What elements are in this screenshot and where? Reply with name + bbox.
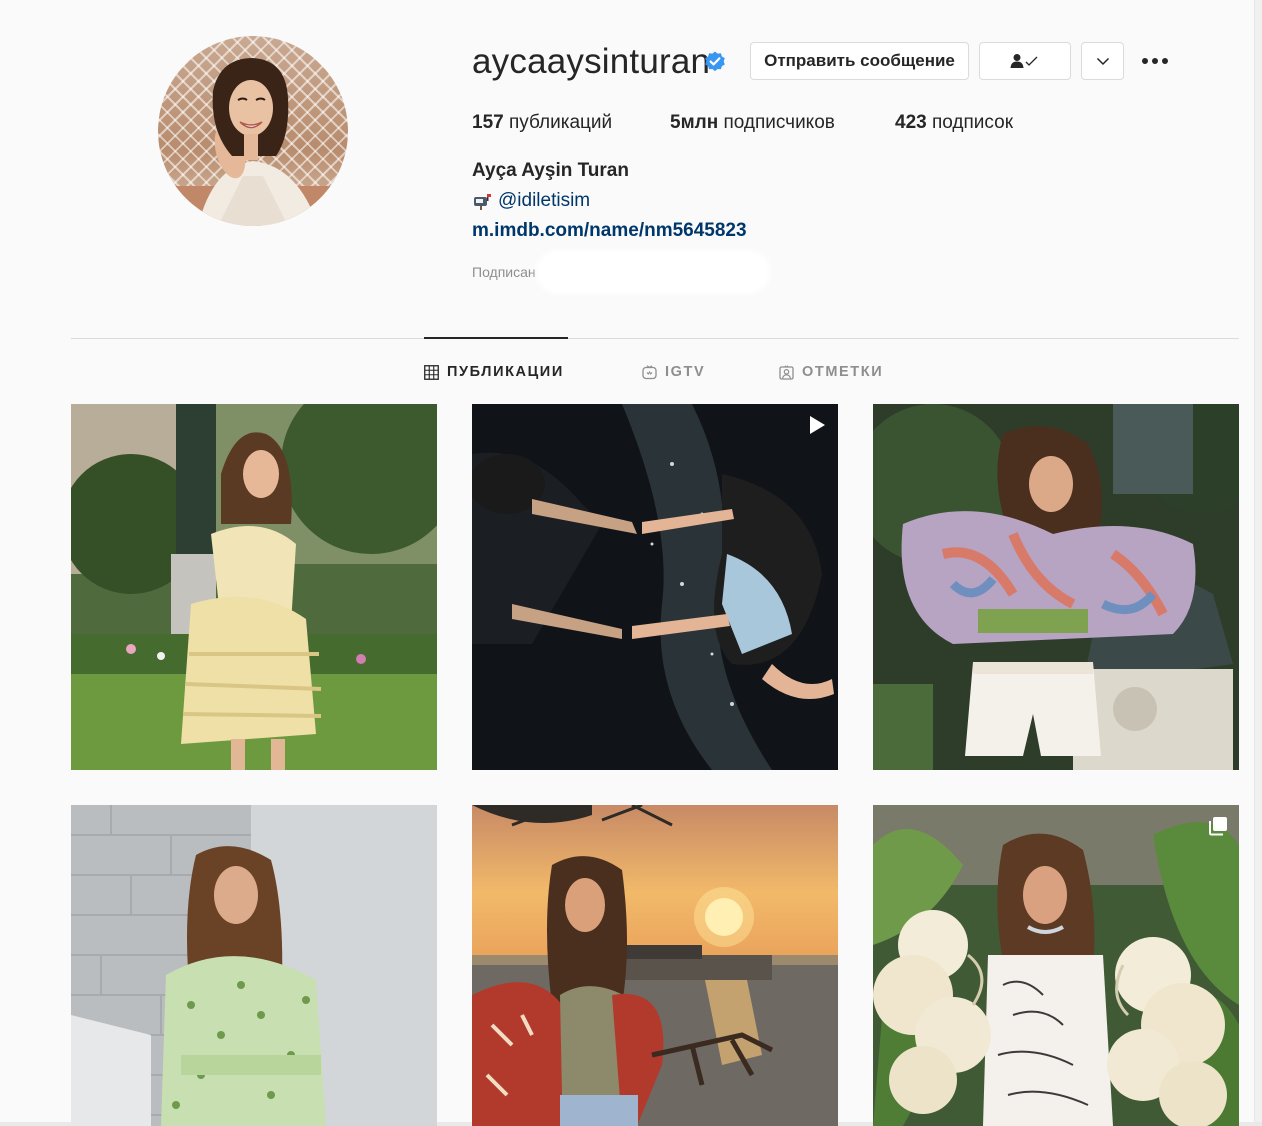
chevron-down-icon (1096, 57, 1109, 66)
send-message-button[interactable]: Отправить сообщение (750, 42, 969, 80)
post-image (873, 805, 1239, 1126)
dot (1162, 58, 1168, 64)
following-count-link[interactable]: 423 подписок (895, 110, 1013, 136)
redaction-overlay (540, 254, 766, 290)
posts-count: 157 (472, 112, 504, 133)
window-edge (1254, 0, 1262, 1126)
followers-count: 5млн (670, 112, 719, 133)
profile-website-link[interactable]: m.imdb.com/name/nm5645823 (472, 220, 747, 242)
tab-igtv-label: IGTV (665, 364, 706, 380)
post-image (873, 404, 1239, 770)
post-thumbnail[interactable] (472, 404, 838, 770)
post-thumbnail[interactable] (71, 805, 437, 1126)
post-thumbnail[interactable] (472, 805, 838, 1126)
tab-posts[interactable]: ПУБЛИКАЦИИ (424, 362, 564, 382)
post-thumbnail[interactable] (71, 404, 437, 770)
posts-count-stat: 157 публикаций (472, 110, 612, 136)
tab-tagged-label: ОТМЕТКИ (802, 364, 884, 380)
post-thumbnail[interactable] (873, 805, 1239, 1126)
tab-posts-label: ПУБЛИКАЦИИ (447, 364, 564, 380)
carousel-icon (1209, 817, 1227, 836)
followers-count-link[interactable]: 5млн подписчиков (670, 110, 835, 136)
igtv-icon (642, 364, 657, 379)
followers-label: подписчиков (723, 112, 835, 133)
grid-icon (424, 364, 439, 380)
post-image (71, 805, 437, 1126)
bio-contact: @idiletisim (472, 190, 590, 212)
tab-tagged[interactable]: ОТМЕТКИ (779, 362, 883, 382)
profile-username: aycaaysinturan (472, 42, 711, 81)
active-tab-indicator (424, 337, 568, 339)
dot (1152, 58, 1158, 64)
suggested-dropdown-button[interactable] (1081, 42, 1124, 80)
avatar-photo (158, 58, 348, 226)
post-thumbnail[interactable] (873, 404, 1239, 770)
verified-badge-icon (705, 51, 725, 72)
profile-avatar[interactable] (158, 36, 348, 226)
options-ellipsis-icon[interactable] (1138, 46, 1172, 76)
mailbox-icon (474, 194, 491, 210)
profile-full-name: Ayça Ayşin Turan (472, 160, 629, 181)
play-icon (810, 416, 825, 434)
followed-by-text[interactable]: Подписан (472, 264, 536, 280)
contact-handle-link[interactable]: @idiletisim (498, 190, 590, 212)
posts-label: публикаций (508, 112, 613, 133)
dot (1142, 58, 1148, 64)
post-image (71, 404, 437, 770)
post-image (472, 805, 838, 1126)
tabs-divider (71, 338, 1239, 339)
tab-igtv[interactable]: IGTV (642, 362, 705, 382)
following-button[interactable] (979, 42, 1071, 80)
following-label: подписок (931, 112, 1014, 133)
following-count: 423 (895, 112, 927, 133)
tagged-icon (779, 364, 794, 380)
post-image (472, 404, 838, 770)
person-check-icon (1010, 54, 1038, 68)
